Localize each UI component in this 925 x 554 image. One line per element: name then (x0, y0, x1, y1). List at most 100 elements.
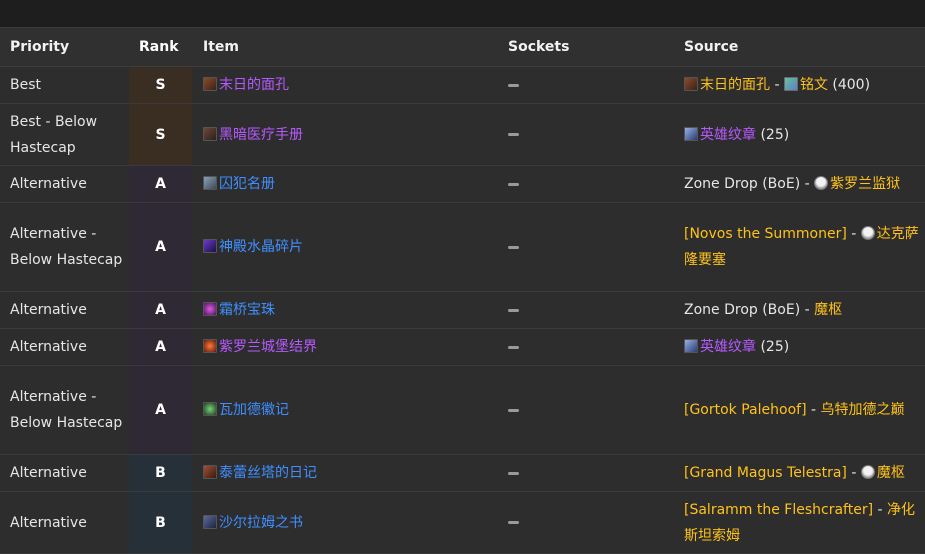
header-sockets[interactable]: Sockets (496, 28, 684, 67)
currency-link[interactable]: 英雄纹章 (700, 339, 756, 355)
table-row: Alternative B 沙尔拉姆之书 — [Salramm the Fles… (0, 491, 925, 554)
source-separator: - (873, 501, 888, 518)
table-header-row: Priority Rank Item Sockets Source (0, 28, 925, 67)
table-row: Alternative B 泰蕾丝塔的日记 — [Grand Magus Tel… (0, 454, 925, 492)
face-icon[interactable] (203, 77, 217, 91)
source-separator: - (800, 176, 815, 192)
sockets-cell: — (496, 202, 684, 292)
item-link[interactable]: 沙尔拉姆之书 (219, 515, 303, 531)
boss-link[interactable]: [Novos the Summoner] (684, 226, 847, 242)
table-row: Alternative - Below Hastecap A 神殿水晶碎片 — … (0, 202, 925, 292)
source-cell: 英雄纹章 (25) (684, 328, 925, 366)
gear-priority-table: Priority Rank Item Sockets Source Best S… (0, 28, 925, 554)
boss-link[interactable]: [Gortok Palehoof] (684, 402, 807, 418)
source-separator: - (806, 402, 821, 418)
item-cell: 紫罗兰城堡结界 (192, 328, 496, 366)
seal-icon[interactable] (203, 402, 217, 416)
item-link[interactable]: 神殿水晶碎片 (219, 239, 303, 255)
sockets-cell: — (496, 491, 684, 554)
sockets-dash: — (508, 245, 519, 249)
priority-cell: Alternative - Below Hastecap (0, 365, 129, 455)
source-separator: - (846, 226, 861, 242)
sockets-dash: — (508, 345, 519, 349)
table-row: Best - Below Hastecap S 黑暗医疗手册 — 英雄纹章 (2… (0, 103, 925, 166)
source-cell: 末日的面孔 - 铭文 (400) (684, 66, 925, 104)
sockets-dash: — (508, 133, 519, 136)
item-link[interactable]: 霜桥宝珠 (219, 302, 275, 318)
table-row: Best S 末日的面孔 — 末日的面孔 - 铭文 (400) (0, 66, 925, 104)
source-separator: - (846, 465, 861, 481)
ward-icon[interactable] (203, 339, 217, 353)
badge-icon (684, 126, 698, 141)
source-separator: - (800, 302, 815, 318)
zone-link[interactable]: 魔枢 (814, 302, 842, 318)
item-link[interactable]: 紫罗兰城堡结界 (219, 339, 317, 355)
header-rank[interactable]: Rank (129, 28, 192, 67)
sockets-cell: — (496, 66, 684, 104)
top-bar (0, 0, 925, 28)
table-row: Alternative A 囚犯名册 — Zone Drop (BoE) - 紫… (0, 165, 925, 203)
sockets-cell: — (496, 454, 684, 492)
priority-cell: Alternative (0, 328, 129, 366)
badge-icon (684, 339, 698, 353)
sockets-dash: — (508, 471, 519, 475)
source-cell: [Gortok Palehoof] - 乌特加德之巅 (684, 365, 925, 455)
sockets-cell: — (496, 328, 684, 366)
orb-icon[interactable] (203, 302, 217, 316)
rank-cell: B (129, 454, 192, 492)
item-cell: 末日的面孔 (192, 66, 496, 104)
priority-cell: Best - Below Hastecap (0, 103, 129, 166)
currency-cost: (25) (756, 339, 790, 355)
scroll-icon[interactable] (203, 176, 217, 190)
skull-icon (814, 176, 829, 190)
sockets-cell: — (496, 365, 684, 455)
skull-icon (860, 226, 875, 240)
profession-link[interactable]: 铭文 (800, 77, 828, 93)
item-link[interactable]: 瓦加德徽记 (219, 402, 289, 418)
rank-cell: A (129, 291, 192, 329)
diary-icon[interactable] (203, 465, 217, 479)
inscription-icon (783, 77, 798, 91)
boss-link[interactable]: [Grand Magus Telestra] (684, 465, 847, 481)
book-icon[interactable] (203, 126, 217, 141)
crystal-icon[interactable] (203, 239, 217, 253)
priority-cell: Alternative (0, 291, 129, 329)
item-cell: 神殿水晶碎片 (192, 202, 496, 292)
rank-cell: B (129, 491, 192, 554)
sockets-dash: — (508, 182, 519, 186)
tome-icon[interactable] (203, 514, 217, 529)
zone-link[interactable]: 乌特加德之巅 (821, 402, 905, 418)
zone-link[interactable]: 魔枢 (877, 465, 905, 481)
item-cell: 泰蕾丝塔的日记 (192, 454, 496, 492)
sockets-cell: — (496, 103, 684, 166)
currency-link[interactable]: 英雄纹章 (700, 127, 756, 143)
item-cell: 瓦加德徽记 (192, 365, 496, 455)
zone-link[interactable]: 紫罗兰监狱 (830, 176, 900, 192)
header-source[interactable]: Source (684, 28, 925, 67)
priority-cell: Alternative (0, 454, 129, 492)
item-link[interactable]: 黑暗医疗手册 (219, 127, 303, 143)
face-icon[interactable] (684, 77, 698, 91)
item-link[interactable]: 末日的面孔 (219, 77, 289, 93)
source-cell: [Salramm the Fleshcrafter] - 净化斯坦索姆 (684, 491, 925, 554)
header-priority[interactable]: Priority (0, 28, 129, 67)
header-item[interactable]: Item (192, 28, 496, 67)
source-cell: [Novos the Summoner] - 达克萨隆要塞 (684, 202, 925, 292)
item-link[interactable]: 囚犯名册 (219, 176, 275, 192)
currency-cost: (25) (756, 126, 790, 143)
sockets-dash: — (508, 521, 519, 524)
boss-link[interactable]: [Salramm the Fleshcrafter] (684, 502, 873, 518)
rank-cell: S (129, 103, 192, 166)
item-cell: 霜桥宝珠 (192, 291, 496, 329)
source-cell: [Grand Magus Telestra] - 魔枢 (684, 454, 925, 492)
rank-cell: A (129, 165, 192, 203)
item-link[interactable]: 泰蕾丝塔的日记 (219, 465, 317, 481)
item-cell: 黑暗医疗手册 (192, 103, 496, 166)
skill-level: (400) (827, 77, 871, 93)
source-text: Zone Drop (BoE) (684, 302, 801, 318)
item-cell: 沙尔拉姆之书 (192, 491, 496, 554)
priority-cell: Alternative - Below Hastecap (0, 202, 129, 292)
source-link[interactable]: 末日的面孔 (700, 77, 770, 93)
source-cell: 英雄纹章 (25) (684, 103, 925, 166)
priority-cell: Alternative (0, 491, 129, 554)
